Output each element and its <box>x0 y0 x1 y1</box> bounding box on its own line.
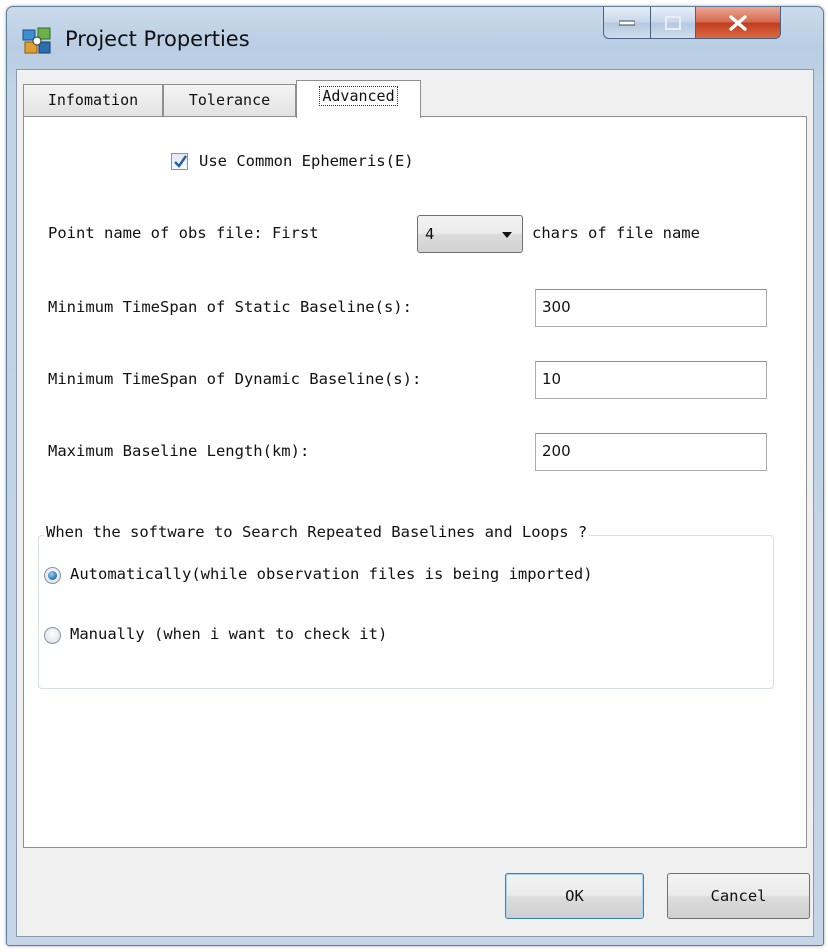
project-properties-window: Project Properties Infomation Tolerance <box>6 6 824 946</box>
use-common-ephemeris-label[interactable]: Use Common Ephemeris(E) <box>199 152 414 170</box>
point-name-chars-select[interactable]: 4 <box>417 215 523 253</box>
point-name-chars-value: 4 <box>425 225 435 243</box>
tab-strip: Infomation Tolerance Advanced <box>17 80 813 118</box>
cancel-button[interactable]: Cancel <box>667 873 810 919</box>
max-baseline-length-input[interactable]: 200 <box>535 433 767 471</box>
point-name-prefix-label: Point name of obs file: First <box>48 224 319 242</box>
radio-manually-label[interactable]: Manually (when i want to check it) <box>70 625 387 643</box>
point-name-suffix-label: chars of file name <box>532 224 700 242</box>
tab-advanced[interactable]: Advanced <box>296 80 421 118</box>
tab-label: Tolerance <box>188 91 271 109</box>
title-bar[interactable]: Project Properties <box>7 7 823 69</box>
use-common-ephemeris-checkbox[interactable] <box>171 153 188 170</box>
tab-label: Advanced <box>319 86 398 106</box>
radio-manually[interactable] <box>44 627 61 644</box>
max-baseline-length-label: Maximum Baseline Length(km): <box>48 442 310 460</box>
window-title: Project Properties <box>65 27 250 51</box>
radio-selected-dot <box>48 571 57 580</box>
app-icon <box>22 27 51 54</box>
min-static-timespan-input[interactable]: 300 <box>535 289 767 327</box>
minimize-icon <box>619 20 635 25</box>
maximize-icon <box>665 15 681 30</box>
min-dynamic-timespan-input[interactable]: 10 <box>535 361 767 399</box>
min-dynamic-timespan-label: Minimum TimeSpan of Dynamic Baseline(s): <box>48 370 422 388</box>
tab-label: Infomation <box>47 91 139 109</box>
min-static-timespan-label: Minimum TimeSpan of Static Baseline(s): <box>48 298 412 316</box>
radio-automatically-label[interactable]: Automatically(while observation files is… <box>70 565 593 583</box>
ok-button[interactable]: OK <box>505 873 644 919</box>
dialog-client-area: Infomation Tolerance Advanced Use Common… <box>16 69 814 937</box>
close-icon <box>729 14 747 31</box>
tab-tolerance[interactable]: Tolerance <box>163 84 296 117</box>
search-group-title: When the software to Search Repeated Bas… <box>44 523 590 541</box>
radio-automatically[interactable] <box>44 567 61 584</box>
close-button[interactable] <box>695 7 781 39</box>
checkmark-icon <box>174 155 187 168</box>
minimize-button[interactable] <box>603 7 651 39</box>
tab-infomation[interactable]: Infomation <box>23 84 163 117</box>
advanced-tab-panel: Use Common Ephemeris(E) Point name of ob… <box>23 116 807 848</box>
chevron-down-icon <box>502 232 512 238</box>
search-repeated-baselines-group <box>38 535 774 689</box>
maximize-button[interactable] <box>650 7 696 39</box>
